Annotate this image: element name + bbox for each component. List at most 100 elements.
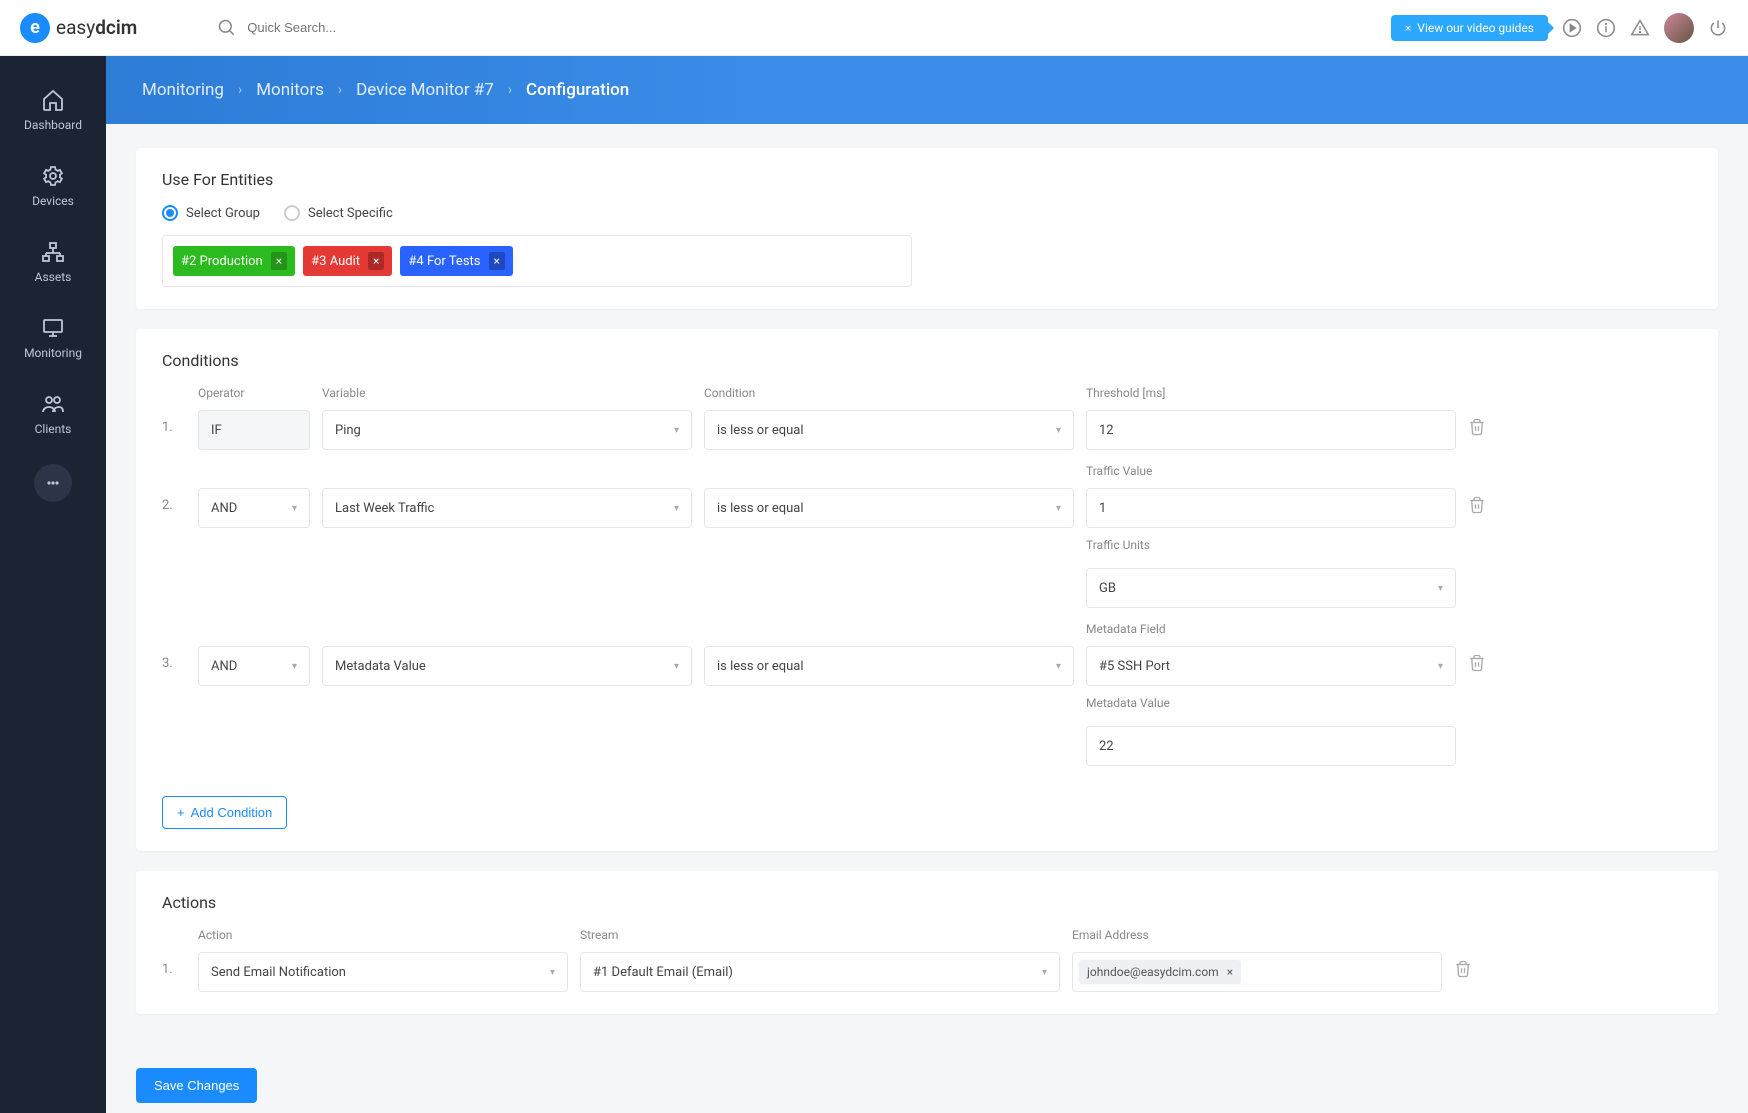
field-label: Traffic Units bbox=[1086, 538, 1456, 552]
sidebar: Dashboard Devices Assets Monitoring Clie… bbox=[0, 56, 106, 1113]
field-label: Metadata Value bbox=[1086, 696, 1456, 710]
tag-remove-icon[interactable]: × bbox=[489, 252, 505, 270]
column-header: Metadata Field bbox=[1086, 622, 1456, 636]
gear-icon bbox=[41, 164, 65, 188]
chevron-down-icon: ▾ bbox=[1438, 661, 1443, 672]
chevron-down-icon: ▾ bbox=[550, 967, 555, 978]
sidebar-item-devices[interactable]: Devices bbox=[0, 148, 106, 224]
chevron-down-icon: ▾ bbox=[1438, 583, 1443, 594]
operator-field[interactable]: AND▾ bbox=[198, 646, 310, 686]
chevron-down-icon: ▾ bbox=[1042, 967, 1047, 978]
home-icon bbox=[41, 88, 65, 112]
action-select[interactable]: Send Email Notification▾ bbox=[198, 952, 568, 992]
condition-select[interactable]: is less or equal▾ bbox=[704, 410, 1074, 450]
logo[interactable]: e easydcim bbox=[20, 13, 137, 43]
search-wrap[interactable] bbox=[217, 18, 447, 38]
row-number: 1. bbox=[162, 952, 186, 977]
search-input[interactable] bbox=[247, 20, 447, 35]
entities-panel: Use For Entities Select Group Select Spe… bbox=[136, 148, 1718, 309]
chevron-down-icon: ▾ bbox=[674, 503, 679, 514]
condition-select[interactable]: is less or equal▾ bbox=[704, 488, 1074, 528]
chevron-down-icon: ▾ bbox=[292, 503, 297, 514]
trash-icon bbox=[1468, 418, 1486, 436]
chevron-down-icon: ▾ bbox=[1056, 503, 1061, 514]
variable-select[interactable]: Metadata Value▾ bbox=[322, 646, 692, 686]
trash-icon bbox=[1468, 496, 1486, 514]
radio-select-specific[interactable]: Select Specific bbox=[284, 205, 393, 221]
warning-icon[interactable] bbox=[1630, 18, 1650, 38]
sidebar-item-assets[interactable]: Assets bbox=[0, 224, 106, 300]
panel-title: Actions bbox=[162, 893, 1692, 912]
power-icon[interactable] bbox=[1708, 18, 1728, 38]
avatar[interactable] bbox=[1664, 13, 1694, 43]
radio-icon bbox=[284, 205, 300, 221]
users-icon bbox=[41, 392, 65, 416]
chevron-right-icon: › bbox=[238, 82, 242, 98]
operator-field: IF bbox=[198, 410, 310, 450]
stream-select[interactable]: #1 Default Email (Email)▾ bbox=[580, 952, 1060, 992]
variable-select[interactable]: Ping▾ bbox=[322, 410, 692, 450]
logo-text: easydcim bbox=[56, 16, 137, 39]
panel-title: Conditions bbox=[162, 351, 1692, 370]
extra-input[interactable]: 22 bbox=[1086, 726, 1456, 766]
column-header: Threshold [ms] bbox=[1086, 386, 1456, 400]
radio-select-group[interactable]: Select Group bbox=[162, 205, 260, 221]
operator-field[interactable]: AND▾ bbox=[198, 488, 310, 528]
add-condition-button[interactable]: + Add Condition bbox=[162, 796, 287, 829]
sidebar-more-button[interactable] bbox=[34, 464, 72, 502]
chevron-down-icon: ▾ bbox=[1056, 425, 1061, 436]
extra-input[interactable]: 1 bbox=[1086, 488, 1456, 528]
row-number: 1. bbox=[162, 410, 186, 435]
trash-icon bbox=[1468, 654, 1486, 672]
tag-remove-icon[interactable]: × bbox=[368, 252, 384, 270]
more-icon bbox=[45, 475, 61, 491]
column-header: Operator bbox=[198, 386, 310, 400]
actions-panel: Actions Action Stream Email Address 1. S… bbox=[136, 871, 1718, 1014]
chevron-right-icon: › bbox=[338, 82, 342, 98]
extra-input[interactable]: 12 bbox=[1086, 410, 1456, 450]
delete-row-button[interactable] bbox=[1454, 952, 1490, 982]
search-icon bbox=[217, 18, 237, 38]
column-header: Stream bbox=[580, 928, 1060, 942]
conditions-panel: Conditions Operator Variable Condition T… bbox=[136, 329, 1718, 851]
monitor-icon bbox=[41, 316, 65, 340]
column-header: Variable bbox=[322, 386, 692, 400]
column-header: Condition bbox=[704, 386, 1074, 400]
condition-select[interactable]: is less or equal▾ bbox=[704, 646, 1074, 686]
breadcrumb-item[interactable]: Monitors bbox=[256, 80, 324, 100]
save-button[interactable]: Save Changes bbox=[136, 1068, 257, 1103]
logo-icon: e bbox=[20, 13, 50, 43]
breadcrumb-item-current: Configuration bbox=[526, 80, 629, 100]
breadcrumb-item[interactable]: Device Monitor #7 bbox=[356, 80, 494, 100]
video-guides-button[interactable]: × View our video guides bbox=[1391, 15, 1548, 41]
play-icon[interactable] bbox=[1562, 18, 1582, 38]
chevron-right-icon: › bbox=[508, 82, 512, 98]
delete-row-button[interactable] bbox=[1468, 410, 1504, 440]
topbar: e easydcim × View our video guides bbox=[0, 0, 1748, 56]
sidebar-item-dashboard[interactable]: Dashboard bbox=[0, 72, 106, 148]
close-icon[interactable]: × bbox=[1405, 21, 1411, 35]
row-number: 2. bbox=[162, 488, 186, 513]
sidebar-item-monitoring[interactable]: Monitoring bbox=[0, 300, 106, 376]
breadcrumb: Monitoring › Monitors › Device Monitor #… bbox=[142, 80, 1712, 100]
chevron-down-icon: ▾ bbox=[674, 425, 679, 436]
entity-tag-input[interactable]: #2 Production× #3 Audit× #4 For Tests× bbox=[162, 235, 912, 287]
sidebar-item-clients[interactable]: Clients bbox=[0, 376, 106, 452]
breadcrumb-item[interactable]: Monitoring bbox=[142, 80, 224, 100]
variable-select[interactable]: Last Week Traffic▾ bbox=[322, 488, 692, 528]
chip-remove-icon[interactable]: × bbox=[1227, 965, 1233, 979]
column-header: Email Address bbox=[1072, 928, 1442, 942]
delete-row-button[interactable] bbox=[1468, 488, 1504, 518]
email-chip: johndoe@easydcim.com× bbox=[1079, 960, 1241, 984]
extra-select[interactable]: GB▾ bbox=[1086, 568, 1456, 608]
email-input[interactable]: johndoe@easydcim.com× bbox=[1072, 952, 1442, 992]
radio-icon bbox=[162, 205, 178, 221]
chevron-down-icon: ▾ bbox=[674, 661, 679, 672]
breadcrumb-bar: Monitoring › Monitors › Device Monitor #… bbox=[106, 56, 1748, 124]
info-icon[interactable] bbox=[1596, 18, 1616, 38]
tag-remove-icon[interactable]: × bbox=[271, 252, 287, 270]
trash-icon bbox=[1454, 960, 1472, 978]
entity-tag: #3 Audit× bbox=[303, 246, 392, 276]
delete-row-button[interactable] bbox=[1468, 646, 1504, 676]
extra-select[interactable]: #5 SSH Port▾ bbox=[1086, 646, 1456, 686]
